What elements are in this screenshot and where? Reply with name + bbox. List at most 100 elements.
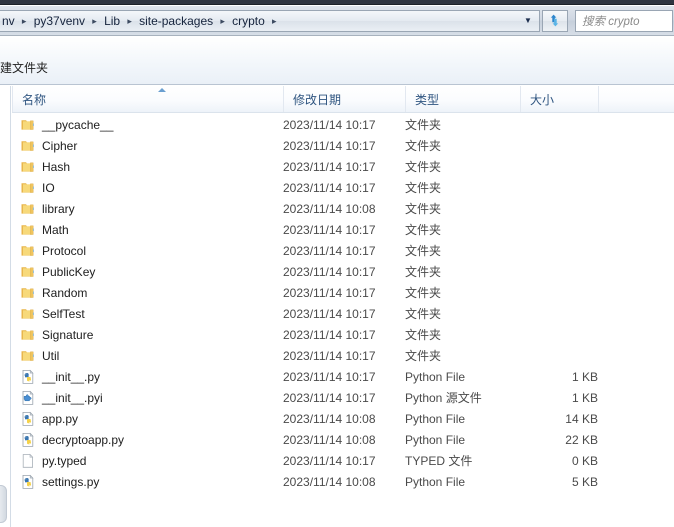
file-size-cell [520,303,598,324]
file-type-cell: 文件夹 [405,139,442,153]
search-input[interactable]: 搜索 crypto [575,9,673,32]
file-type-cell: 文件夹 [405,307,442,321]
file-row[interactable]: app.py 2023/11/14 10:08 Python File 14 KB [12,408,674,429]
breadcrumb-dropdown-button[interactable]: ▼ [517,11,539,31]
breadcrumb[interactable]: nv ▸ py37venv ▸ Lib ▸ site-packages ▸ crypto ▸ ▼ [0,9,540,32]
file-row[interactable]: library 2023/11/14 10:08 文件夹 [12,198,674,219]
file-row[interactable]: Math 2023/11/14 10:17 文件夹 [12,219,674,240]
file-row[interactable]: settings.py 2023/11/14 10:08 Python File 5 … [12,471,674,492]
file-size-cell: 14 KB [565,411,598,426]
file-name-cell[interactable]: py.typed [20,450,86,471]
file-name-cell[interactable]: PublicKey [20,261,95,282]
file-row[interactable]: decryptoapp.py 2023/11/14 10:08 Python Fil… [12,429,674,450]
command-toolbar: 建文件夹 [0,37,674,85]
file-name-cell[interactable]: __init__.py [20,366,100,387]
file-size-cell: 1 KB [571,390,598,405]
navigation-pane-scrollbar-thumb[interactable] [0,485,7,523]
breadcrumb-item[interactable]: crypto [228,12,269,30]
file-name-cell[interactable]: Cipher [20,135,77,156]
column-header-name[interactable]: 名称 [12,86,283,112]
folder-icon [20,180,36,196]
file-name-cell[interactable]: __init__.pyi [20,387,103,408]
file-name-label: __init__.py [42,369,101,384]
file-name-cell[interactable]: Hash [20,156,70,177]
file-name-cell[interactable]: IO [20,177,55,198]
file-name-cell[interactable]: Random [20,282,87,303]
breadcrumb-separator-icon[interactable]: ▸ [269,13,280,29]
file-name-label: PublicKey [42,264,96,279]
file-name-label: decryptoapp.py [42,432,125,447]
file-date-cell: 2023/11/14 10:17 [283,348,376,363]
breadcrumb-item[interactable]: nv [2,12,19,30]
file-name-label: IO [42,180,55,195]
breadcrumb-item[interactable]: Lib [100,12,124,30]
file-name-cell[interactable]: Math [20,219,69,240]
python-file-icon [20,474,36,490]
breadcrumb-separator-icon[interactable]: ▸ [124,13,135,29]
file-type-cell: 文件夹 [405,244,442,258]
file-name-cell[interactable]: __pycache__ [20,114,113,135]
file-name-label: SelfTest [42,306,85,321]
column-header-row: 名称 修改日期 类型 大小 [12,86,674,113]
file-name-label: app.py [42,411,79,426]
folder-icon [20,138,36,154]
refresh-button[interactable] [542,9,568,32]
file-date-cell: 2023/11/14 10:08 [283,201,376,216]
file-type-cell: Python 源文件 [405,391,482,405]
file-row[interactable]: Cipher 2023/11/14 10:17 文件夹 [12,135,674,156]
file-row[interactable]: __init__.pyi 2023/11/14 10:17 Python 源文件 1 … [12,387,674,408]
file-size-cell [520,324,598,345]
file-name-label: Hash [42,159,71,174]
file-size-cell: 0 KB [571,453,598,468]
file-size-cell [520,156,598,177]
breadcrumb-path: nv ▸ py37venv ▸ Lib ▸ site-packages ▸ crypto ▸ [2,11,517,31]
file-type-cell: 文件夹 [405,160,442,174]
file-row[interactable]: __init__.py 2023/11/14 10:17 Python File 1 … [12,366,674,387]
file-name-cell[interactable]: Util [20,345,59,366]
file-row[interactable]: SelfTest 2023/11/14 10:17 文件夹 [12,303,674,324]
folder-icon [20,243,36,259]
file-name-cell[interactable]: decryptoapp.py [20,429,124,450]
column-header-size[interactable]: 大小 [520,86,598,112]
file-row[interactable]: Protocol 2023/11/14 10:17 文件夹 [12,240,674,261]
file-row[interactable]: IO 2023/11/14 10:17 文件夹 [12,177,674,198]
file-name-cell[interactable]: settings.py [20,471,99,492]
python-file-icon [20,432,36,448]
file-row[interactable]: __pycache__ 2023/11/14 10:17 文件夹 [12,114,674,135]
new-folder-button[interactable]: 建文件夹 [0,59,48,76]
breadcrumb-separator-icon[interactable]: ▸ [19,13,30,29]
file-size-cell: 5 KB [571,474,598,489]
file-date-cell: 2023/11/14 10:17 [283,159,376,174]
column-header-date[interactable]: 修改日期 [283,86,405,112]
file-row[interactable]: py.typed 2023/11/14 10:17 TYPED 文件 0 KB [12,450,674,471]
column-header-blank[interactable] [598,86,674,112]
file-name-label: Cipher [42,138,78,153]
file-size-cell: 1 KB [571,369,598,384]
file-type-cell: 文件夹 [405,181,442,195]
file-name-cell[interactable]: SelfTest [20,303,85,324]
breadcrumb-separator-icon[interactable]: ▸ [217,13,228,29]
file-row[interactable]: Random 2023/11/14 10:17 文件夹 [12,282,674,303]
file-size-cell [520,261,598,282]
column-header-label: 类型 [415,92,440,107]
file-row[interactable]: Hash 2023/11/14 10:17 文件夹 [12,156,674,177]
file-row[interactable]: PublicKey 2023/11/14 10:17 文件夹 [12,261,674,282]
column-header-type[interactable]: 类型 [405,86,520,112]
file-name-cell[interactable]: app.py [20,408,78,429]
breadcrumb-item[interactable]: site-packages [135,12,217,30]
explorer-window: nv ▸ py37venv ▸ Lib ▸ site-packages ▸ crypto ▸ ▼ … [0,0,674,527]
file-date-cell: 2023/11/14 10:17 [283,453,376,468]
column-header-label: 大小 [530,92,555,107]
file-name-cell[interactable]: Signature [20,324,93,345]
breadcrumb-item[interactable]: py37venv [30,12,89,30]
file-name-label: library [42,201,75,216]
file-name-cell[interactable]: library [20,198,75,219]
file-type-cell: 文件夹 [405,223,442,237]
file-name-label: py.typed [42,453,87,468]
file-size-cell [520,114,598,135]
file-row[interactable]: Util 2023/11/14 10:17 文件夹 [12,345,674,366]
breadcrumb-separator-icon[interactable]: ▸ [89,13,100,29]
folder-icon [20,159,36,175]
file-name-cell[interactable]: Protocol [20,240,86,261]
file-row[interactable]: Signature 2023/11/14 10:17 文件夹 [12,324,674,345]
